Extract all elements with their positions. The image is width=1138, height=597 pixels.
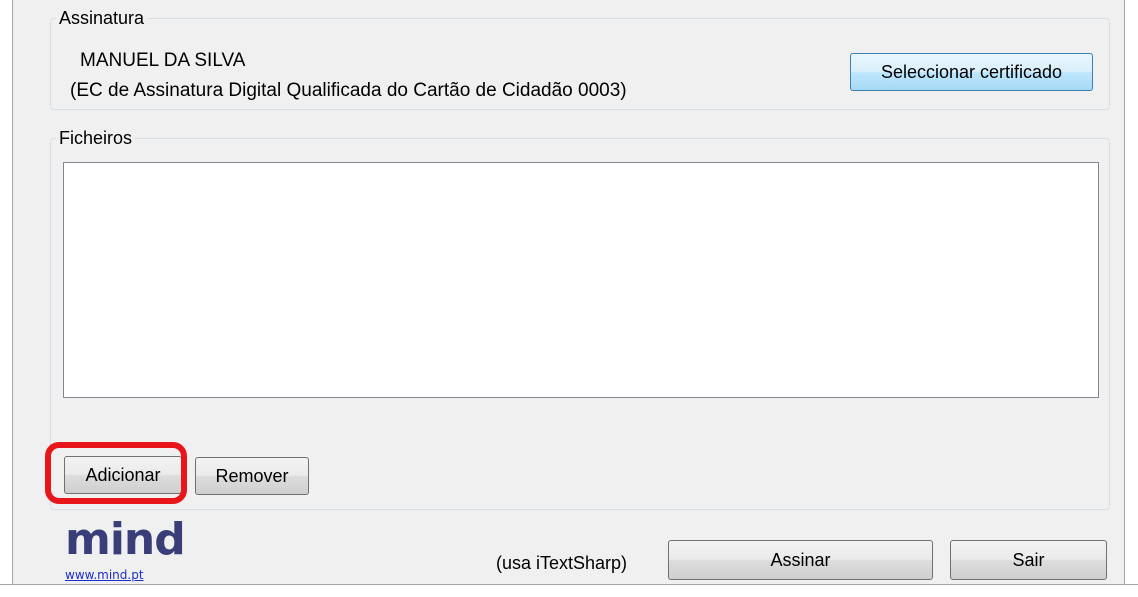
files-listbox[interactable]	[63, 162, 1099, 398]
mind-website-link[interactable]: www.mind.pt	[65, 568, 144, 582]
signature-group-title: Assinatura	[59, 8, 145, 28]
certificate-issuer: (EC de Assinatura Digital Qualificada do…	[70, 80, 627, 101]
files-group-title: Ficheiros	[59, 128, 133, 148]
remove-file-button[interactable]: Remover	[195, 457, 309, 495]
select-certificate-button[interactable]: Seleccionar certificado	[850, 53, 1093, 91]
mind-logo: mind	[65, 514, 186, 565]
window-right-edge	[1124, 0, 1138, 596]
certificate-holder-name: MANUEL DA SILVA	[80, 50, 246, 71]
window-left-edge	[0, 0, 13, 596]
dialog-window: Assinatura MANUEL DA SILVA (EC de Assina…	[0, 0, 1138, 597]
library-note: (usa iTextSharp)	[496, 553, 628, 573]
sign-button[interactable]: Assinar	[668, 540, 933, 580]
exit-button[interactable]: Sair	[950, 540, 1107, 580]
window-bottom-edge	[0, 584, 1138, 597]
red-highlight-annotation	[45, 442, 187, 504]
